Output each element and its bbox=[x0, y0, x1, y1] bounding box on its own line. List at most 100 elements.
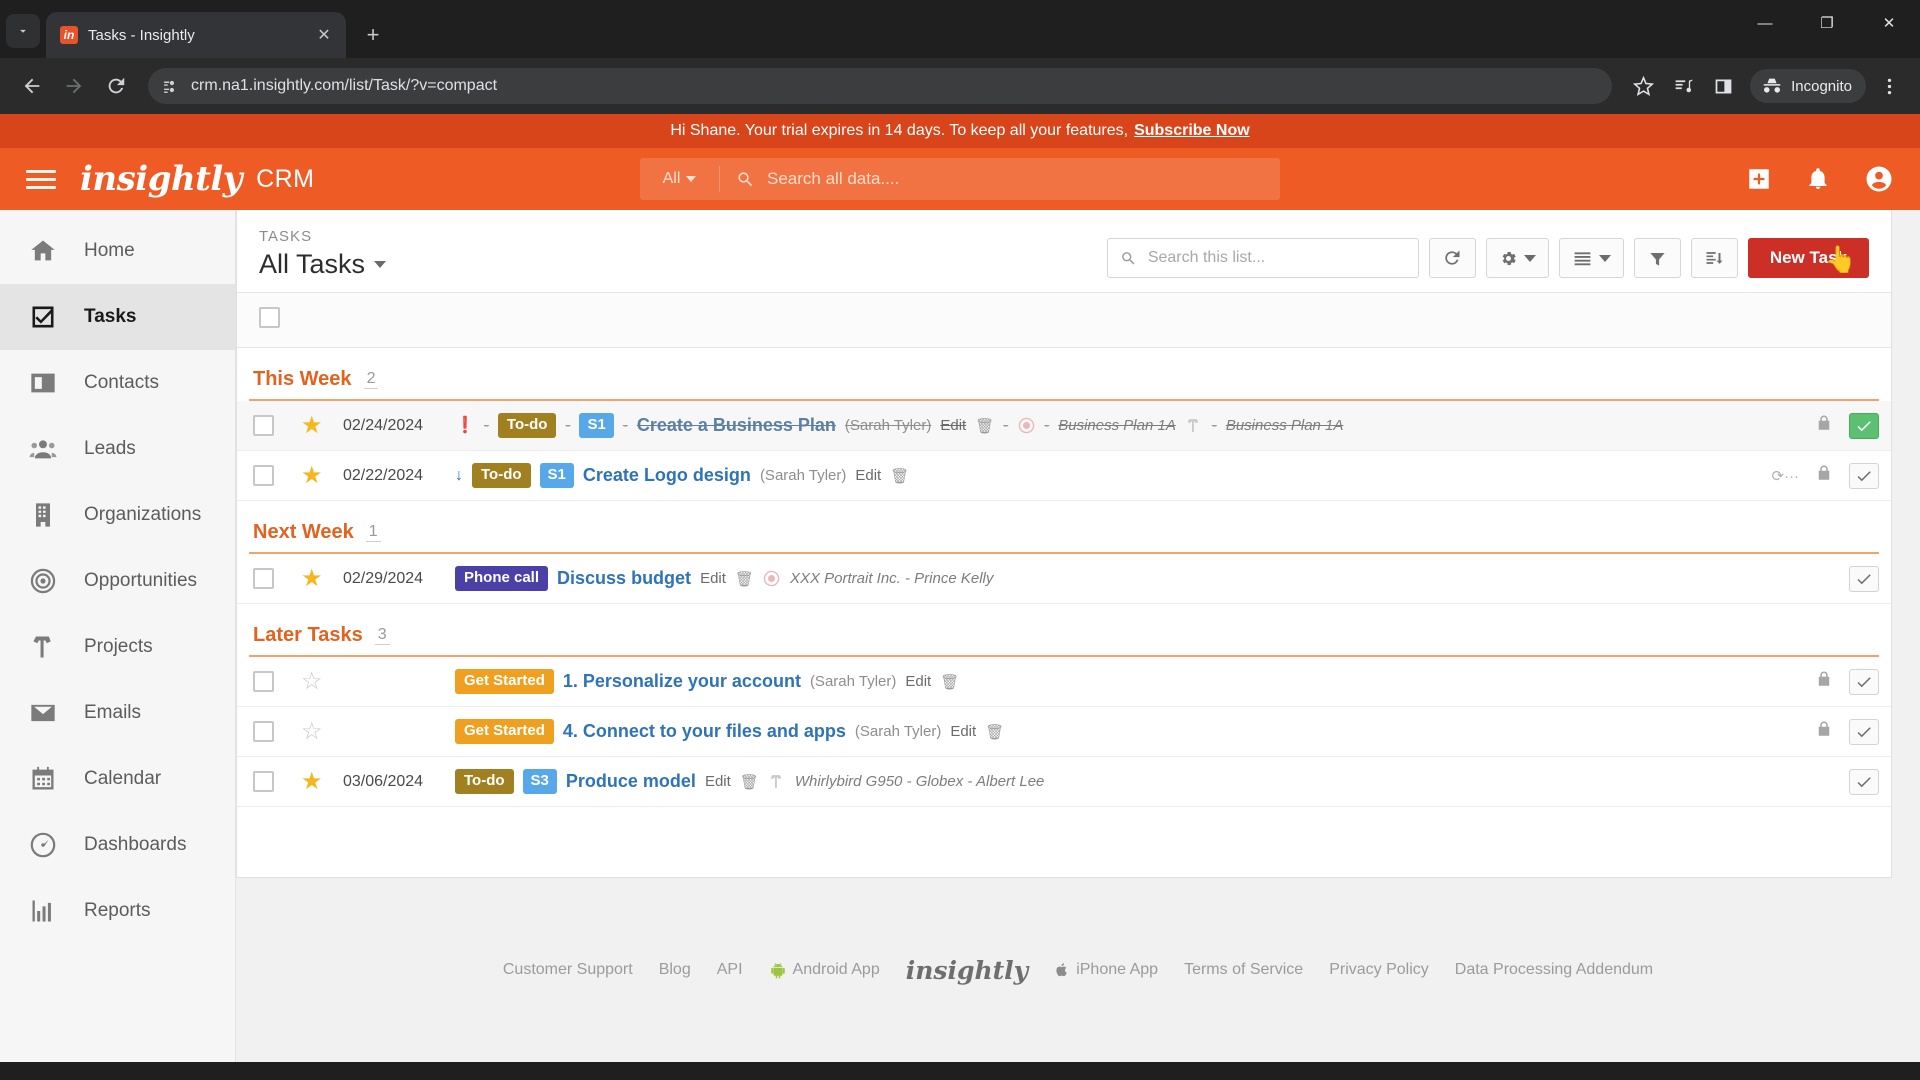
side-panel-icon[interactable] bbox=[1706, 69, 1740, 103]
edit-link[interactable]: Edit bbox=[950, 723, 976, 740]
address-bar[interactable]: crm.na1.insightly.com/list/Task/?v=compa… bbox=[148, 68, 1613, 104]
row-checkbox[interactable] bbox=[253, 465, 274, 486]
table-row[interactable]: ★ 03/06/2024 To-do S3 Produce model Edit… bbox=[237, 757, 1891, 807]
minimize-button[interactable]: — bbox=[1734, 0, 1796, 46]
delete-icon[interactable]: 🗑 bbox=[890, 467, 909, 485]
search-scope-dropdown[interactable]: All bbox=[640, 166, 720, 192]
menu-toggle-button[interactable] bbox=[26, 169, 56, 189]
filter-button[interactable] bbox=[1633, 238, 1681, 278]
new-tab-button[interactable]: + bbox=[356, 18, 390, 52]
list-view-button[interactable] bbox=[1558, 238, 1624, 278]
notifications-bell-icon[interactable] bbox=[1806, 167, 1830, 191]
browser-menu-icon[interactable] bbox=[1872, 69, 1906, 103]
view-selector[interactable]: All Tasks bbox=[259, 249, 387, 280]
sidebar-label: Calendar bbox=[84, 768, 162, 789]
related-record-name[interactable]: Whirlybird G950 - Globex - Albert Lee bbox=[795, 773, 1045, 790]
favorite-star-icon[interactable]: ★ bbox=[301, 413, 343, 438]
tab-search-button[interactable] bbox=[6, 14, 40, 48]
task-title-link[interactable]: Discuss budget bbox=[557, 568, 691, 589]
tab-close-button[interactable]: ✕ bbox=[312, 23, 336, 47]
row-checkbox[interactable] bbox=[253, 568, 274, 589]
footer-link-terms-of-service[interactable]: Terms of Service bbox=[1184, 961, 1303, 979]
delete-icon[interactable]: 🗑 bbox=[940, 673, 959, 691]
footer-link-iphone-app[interactable]: iPhone App bbox=[1054, 961, 1158, 979]
footer-link-customer-support[interactable]: Customer Support bbox=[503, 961, 633, 979]
sidebar-item-dashboards[interactable]: Dashboards bbox=[0, 812, 235, 878]
window-close-button[interactable]: ✕ bbox=[1858, 0, 1920, 46]
task-title-link[interactable]: 1. Personalize your account bbox=[563, 671, 801, 692]
select-all-checkbox[interactable] bbox=[259, 307, 280, 328]
browser-tab[interactable]: in Tasks - Insightly ✕ bbox=[46, 12, 346, 58]
sidebar-item-home[interactable]: Home bbox=[0, 218, 235, 284]
complete-task-button[interactable] bbox=[1849, 718, 1879, 745]
complete-task-button[interactable] bbox=[1849, 668, 1879, 695]
favorite-star-icon[interactable]: ★ bbox=[301, 463, 343, 488]
refresh-button[interactable] bbox=[1428, 238, 1476, 278]
edit-link[interactable]: Edit bbox=[700, 570, 726, 587]
row-checkbox[interactable] bbox=[253, 721, 274, 742]
footer-link-blog[interactable]: Blog bbox=[659, 961, 691, 979]
sidebar-item-tasks[interactable]: Tasks bbox=[0, 284, 235, 350]
sidebar-item-projects[interactable]: Projects bbox=[0, 614, 235, 680]
delete-icon[interactable]: 🗑 bbox=[735, 570, 754, 588]
subscribe-now-link[interactable]: Subscribe Now bbox=[1134, 122, 1250, 140]
settings-dropdown-button[interactable] bbox=[1485, 238, 1549, 278]
row-checkbox[interactable] bbox=[253, 415, 274, 436]
task-title-link[interactable]: 4. Connect to your files and apps bbox=[563, 721, 846, 742]
footer-link-api[interactable]: API bbox=[717, 961, 743, 979]
row-checkbox[interactable] bbox=[253, 771, 274, 792]
related-record-name[interactable]: Business Plan 1A bbox=[1226, 417, 1344, 434]
delete-icon[interactable]: 🗑 bbox=[740, 773, 759, 791]
add-new-icon[interactable] bbox=[1746, 166, 1772, 192]
lock-icon bbox=[1815, 720, 1833, 743]
maximize-button[interactable]: ❐ bbox=[1796, 0, 1858, 46]
row-checkbox[interactable] bbox=[253, 671, 274, 692]
edit-link[interactable]: Edit bbox=[855, 467, 881, 484]
edit-link[interactable]: Edit bbox=[905, 673, 931, 690]
complete-task-button[interactable] bbox=[1849, 565, 1879, 592]
user-avatar-icon[interactable] bbox=[1864, 164, 1894, 194]
delete-icon[interactable]: 🗑 bbox=[985, 723, 1004, 741]
sidebar-item-emails[interactable]: Emails bbox=[0, 680, 235, 746]
sidebar-item-opportunities[interactable]: Opportunities bbox=[0, 548, 235, 614]
incognito-indicator[interactable]: Incognito bbox=[1750, 69, 1866, 103]
list-search-input[interactable]: Search this list... bbox=[1106, 238, 1419, 278]
sidebar-item-contacts[interactable]: Contacts bbox=[0, 350, 235, 416]
favorite-star-icon[interactable]: ★ bbox=[301, 566, 343, 591]
task-title-link[interactable]: Create Logo design bbox=[583, 465, 751, 486]
table-row[interactable]: ★ 02/24/2024 ❗ - To-do - S1 - Create a B… bbox=[237, 401, 1891, 451]
table-row[interactable]: ★ 02/22/2024 ↓ To-do S1 Create Logo desi… bbox=[237, 451, 1891, 501]
delete-icon[interactable]: 🗑 bbox=[975, 417, 994, 435]
table-row[interactable]: ☆ Get Started 4. Connect to your files a… bbox=[237, 707, 1891, 757]
edit-link[interactable]: Edit bbox=[940, 417, 966, 434]
favorite-star-icon[interactable]: ★ bbox=[301, 769, 343, 794]
sidebar-item-organizations[interactable]: Organizations bbox=[0, 482, 235, 548]
global-search-input[interactable]: Search all data.... bbox=[720, 169, 1280, 189]
task-title-link[interactable]: Create a Business Plan bbox=[637, 415, 836, 436]
favorite-star-icon[interactable]: ☆ bbox=[301, 669, 343, 694]
related-record-name[interactable]: XXX Portrait Inc. - Prince Kelly bbox=[790, 570, 993, 587]
table-row[interactable]: ★ 02/29/2024 Phone call Discuss budget E… bbox=[237, 554, 1891, 604]
back-button[interactable] bbox=[14, 68, 50, 104]
reading-list-icon[interactable] bbox=[1666, 69, 1700, 103]
table-row[interactable]: ☆ Get Started 1. Personalize your accoun… bbox=[237, 657, 1891, 707]
sidebar-item-leads[interactable]: Leads bbox=[0, 416, 235, 482]
edit-link[interactable]: Edit bbox=[705, 773, 731, 790]
sidebar-item-reports[interactable]: Reports bbox=[0, 878, 235, 944]
bookmark-star-icon[interactable] bbox=[1626, 69, 1660, 103]
task-title-link[interactable]: Produce model bbox=[566, 771, 696, 792]
sidebar-item-calendar[interactable]: Calendar bbox=[0, 746, 235, 812]
complete-task-button[interactable] bbox=[1849, 768, 1879, 795]
footer-link-data-processing-addendum[interactable]: Data Processing Addendum bbox=[1455, 961, 1653, 979]
sort-button[interactable] bbox=[1690, 238, 1738, 278]
favorite-star-icon[interactable]: ☆ bbox=[301, 719, 343, 744]
footer-link-privacy-policy[interactable]: Privacy Policy bbox=[1329, 961, 1429, 979]
related-record-name[interactable]: Business Plan 1A bbox=[1058, 417, 1176, 434]
complete-task-button[interactable] bbox=[1849, 412, 1879, 439]
reload-button[interactable] bbox=[98, 68, 134, 104]
new-task-button[interactable]: New Task 👆 bbox=[1747, 238, 1869, 278]
complete-task-button[interactable] bbox=[1849, 462, 1879, 489]
forward-button[interactable] bbox=[56, 68, 92, 104]
global-search[interactable]: All Search all data.... bbox=[640, 158, 1280, 200]
footer-link-android-app[interactable]: Android App bbox=[769, 961, 880, 979]
